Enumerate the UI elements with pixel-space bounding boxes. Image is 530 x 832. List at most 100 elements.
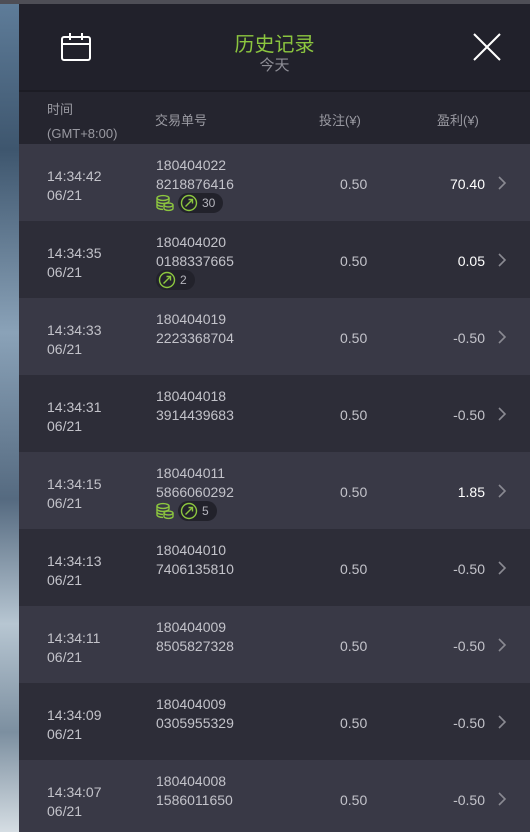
row-order-line2: 5866060292 — [156, 484, 234, 500]
row-win-badges: 2 — [156, 270, 195, 290]
row-time: 14:34:35 — [47, 245, 102, 261]
panel-header: 历史记录 今天 — [19, 4, 530, 90]
row-date: 06/21 — [47, 264, 83, 280]
row-bet: 0.50 — [340, 330, 368, 346]
column-header-order: 交易单号 — [155, 113, 208, 128]
column-header-profit: 盈利(¥) — [437, 113, 479, 128]
column-header-time-label: 时间 — [47, 102, 74, 117]
row-order-number: 180404008 1586011650 — [156, 772, 233, 810]
row-datetime: 14:34:31 06/21 — [47, 398, 102, 436]
history-row[interactable]: 14:34:13 06/21 180404010 7406135810 0.50… — [19, 529, 530, 606]
row-order-line1: 180404010 — [156, 542, 227, 558]
row-profit: -0.50 — [453, 407, 485, 423]
history-row[interactable]: 14:34:11 06/21 180404009 8505827328 0.50… — [19, 606, 530, 683]
row-order-number: 180404010 7406135810 — [156, 541, 234, 579]
history-row[interactable]: 14:34:33 06/21 180404019 2223368704 0.50… — [19, 298, 530, 375]
page-subtitle: 今天 — [259, 57, 290, 74]
row-order-line1: 180404022 — [156, 157, 227, 173]
multiplier-count: 2 — [180, 273, 187, 287]
row-profit: -0.50 — [453, 561, 485, 577]
row-date: 06/21 — [47, 649, 83, 665]
background-image — [0, 0, 19, 832]
row-bet: 0.50 — [340, 715, 368, 731]
row-datetime: 14:34:42 06/21 — [47, 167, 102, 205]
multiplier-count: 30 — [202, 196, 216, 210]
row-bet: 0.50 — [340, 638, 368, 654]
row-datetime: 14:34:11 06/21 — [47, 629, 100, 667]
row-time: 14:34:15 — [47, 476, 102, 492]
row-profit: -0.50 — [453, 715, 485, 731]
history-row[interactable]: 14:34:09 06/21 180404009 0305955329 0.50… — [19, 683, 530, 760]
row-date: 06/21 — [47, 187, 83, 203]
page-title: 历史记录 — [234, 34, 315, 56]
chevron-right-icon — [498, 176, 507, 190]
row-datetime: 14:34:13 06/21 — [47, 552, 102, 590]
row-time: 14:34:42 — [47, 168, 102, 184]
row-order-line2: 2223368704 — [156, 330, 234, 346]
history-row[interactable]: 14:34:31 06/21 180404018 3914439683 0.50… — [19, 375, 530, 452]
row-order-number: 180404020 0188337665 — [156, 233, 234, 271]
row-order-number: 180404009 0305955329 — [156, 695, 234, 733]
row-datetime: 14:34:07 06/21 — [47, 783, 102, 821]
row-bet: 0.50 — [340, 253, 368, 269]
row-datetime: 14:34:33 06/21 — [47, 321, 102, 359]
multiplier-badge: 2 — [156, 270, 195, 290]
row-order-line1: 180404020 — [156, 234, 227, 250]
multiplier-icon — [180, 194, 198, 212]
history-row[interactable]: 14:34:07 06/21 180404008 1586011650 0.50… — [19, 760, 530, 832]
row-profit: 70.40 — [449, 176, 485, 192]
chevron-right-icon — [498, 561, 507, 575]
column-header-bet: 投注(¥) — [319, 113, 361, 128]
row-order-number: 180404009 8505827328 — [156, 618, 234, 656]
row-order-line1: 180404019 — [156, 311, 227, 327]
row-order-number: 180404019 2223368704 — [156, 310, 234, 348]
row-win-badges: 30 — [156, 193, 224, 213]
row-time: 14:34:07 — [47, 784, 102, 800]
multiplier-icon — [158, 271, 176, 289]
row-date: 06/21 — [47, 726, 83, 742]
history-list: 14:34:42 06/21 180404022 8218876416 0.50… — [19, 144, 530, 832]
multiplier-badge: 5 — [178, 501, 217, 521]
row-date: 06/21 — [47, 341, 83, 357]
row-order-line1: 180404011 — [156, 465, 226, 481]
column-header-row: 时间 (GMT+8:00) 交易单号 投注(¥) 盈利(¥) — [19, 90, 530, 146]
row-time: 14:34:11 — [47, 630, 101, 646]
close-button[interactable] — [470, 30, 504, 64]
row-order-line1: 180404008 — [156, 773, 227, 789]
row-datetime: 14:34:35 06/21 — [47, 244, 102, 282]
row-time: 14:34:09 — [47, 707, 102, 723]
row-order-number: 180404018 3914439683 — [156, 387, 234, 425]
close-icon — [473, 33, 501, 61]
row-order-number: 180404022 8218876416 — [156, 156, 234, 194]
row-order-line2: 8218876416 — [156, 176, 234, 192]
column-header-time: 时间 (GMT+8:00) — [47, 98, 117, 146]
row-order-line2: 7406135810 — [156, 561, 234, 577]
chevron-right-icon — [498, 715, 507, 729]
row-date: 06/21 — [47, 418, 83, 434]
history-row[interactable]: 14:34:35 06/21 180404020 0188337665 0.50… — [19, 221, 530, 298]
row-time: 14:34:13 — [47, 553, 102, 569]
row-date: 06/21 — [47, 495, 83, 511]
row-profit: 0.05 — [457, 253, 485, 269]
row-order-line1: 180404009 — [156, 696, 227, 712]
row-order-line1: 180404009 — [156, 619, 227, 635]
row-order-line2: 8505827328 — [156, 638, 234, 654]
history-row[interactable]: 14:34:42 06/21 180404022 8218876416 0.50… — [19, 144, 530, 221]
multiplier-count: 5 — [202, 504, 209, 518]
row-bet: 0.50 — [340, 484, 368, 500]
chevron-right-icon — [498, 792, 507, 806]
coin-stack-icon — [156, 194, 174, 212]
row-order-line2: 0305955329 — [156, 715, 234, 731]
multiplier-badge: 30 — [178, 193, 224, 213]
coin-stack-icon — [156, 502, 174, 520]
row-datetime: 14:34:09 06/21 — [47, 706, 102, 744]
chevron-right-icon — [498, 638, 507, 652]
row-date: 06/21 — [47, 572, 83, 588]
row-order-line2: 0188337665 — [156, 253, 234, 269]
row-bet: 0.50 — [340, 792, 368, 808]
chevron-right-icon — [498, 484, 507, 498]
history-row[interactable]: 14:34:15 06/21 180404011 5866060292 0.50… — [19, 452, 530, 529]
row-bet: 0.50 — [340, 407, 368, 423]
row-order-line2: 1586011650 — [156, 792, 233, 808]
chevron-right-icon — [498, 330, 507, 344]
